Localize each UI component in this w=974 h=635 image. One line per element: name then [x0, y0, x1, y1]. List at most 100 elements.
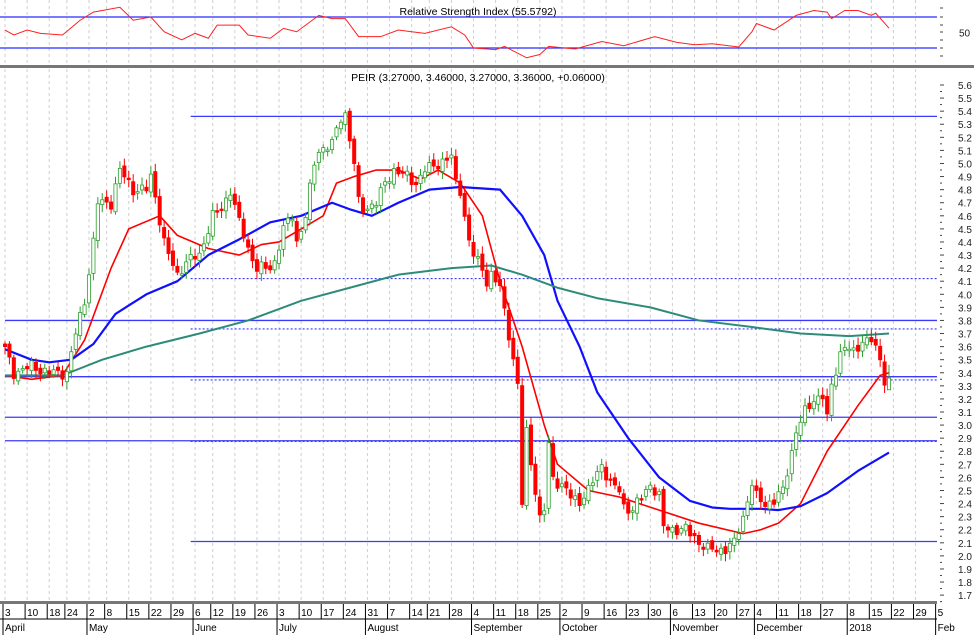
- candle-body: [82, 304, 87, 315]
- month-tick-label: June: [195, 623, 217, 634]
- candle-down: [825, 388, 830, 422]
- candle-up: [683, 521, 688, 536]
- date-tick-label: 22: [151, 608, 163, 619]
- candle-down: [520, 377, 525, 508]
- candle-body: [157, 196, 162, 226]
- candle-down: [515, 349, 520, 390]
- candle-body: [537, 496, 542, 516]
- candle-body: [113, 183, 118, 213]
- candle-down: [807, 395, 812, 413]
- candle-body: [188, 254, 193, 261]
- candle-down: [175, 258, 180, 276]
- candle-up: [86, 268, 91, 309]
- candle-down: [347, 108, 352, 149]
- price-tick-label: 3.6: [958, 343, 972, 354]
- date-tick-label: 31: [367, 608, 379, 619]
- candle-body: [582, 497, 587, 506]
- candle-body: [422, 171, 427, 179]
- candle-up: [732, 532, 737, 553]
- candle-up: [259, 255, 264, 282]
- candle-up: [648, 481, 653, 493]
- candle-up: [206, 226, 211, 247]
- date-tick-label: 12: [213, 608, 225, 619]
- candle-body: [334, 127, 339, 138]
- candle-up: [387, 176, 392, 189]
- candle-down: [856, 337, 861, 359]
- price-tick-label: 4.1: [958, 277, 972, 288]
- candle-body: [520, 385, 525, 505]
- candle-body: [838, 351, 843, 374]
- candle-body: [502, 286, 507, 309]
- candle-body: [524, 427, 529, 507]
- candle-up: [321, 144, 326, 160]
- price-tick-label: 5.3: [958, 120, 972, 131]
- candle-body: [811, 401, 816, 410]
- date-tick-label: 10: [27, 608, 39, 619]
- date-tick-label: 30: [650, 608, 662, 619]
- candle-body: [745, 501, 750, 516]
- candle-down: [126, 170, 131, 188]
- candle-body: [321, 147, 326, 153]
- candle-up: [798, 414, 803, 442]
- candle-down: [701, 543, 706, 557]
- candle-down: [409, 166, 414, 193]
- candle-body: [878, 345, 883, 361]
- date-tick-label: 27: [739, 608, 751, 619]
- candle-down: [453, 149, 458, 185]
- candle-down: [241, 212, 246, 243]
- candle-body: [701, 546, 706, 550]
- candle-body: [162, 227, 167, 239]
- price-tick-label: 5.2: [958, 133, 972, 144]
- candle-up: [630, 506, 635, 520]
- price-tick-label: 3.9: [958, 303, 972, 314]
- price-tick-label: 3.3: [958, 382, 972, 393]
- candle-up: [838, 343, 843, 377]
- candle-body: [312, 164, 317, 185]
- candle-body: [307, 182, 312, 221]
- candle-body: [856, 344, 861, 352]
- date-tick-label: 18: [801, 608, 813, 619]
- date-tick-label: 24: [67, 608, 79, 619]
- candle-down: [215, 203, 220, 218]
- candle-up: [378, 183, 383, 214]
- candle-down: [170, 243, 175, 271]
- candle-body: [215, 210, 220, 213]
- candle-up: [303, 213, 308, 234]
- date-tick-label: 28: [451, 608, 463, 619]
- candle-up: [223, 190, 228, 219]
- price-tick-label: 3.2: [958, 395, 972, 406]
- candle-body: [436, 165, 441, 170]
- candle-body: [86, 274, 91, 304]
- candle-body: [268, 265, 273, 271]
- price-tick-label: 5.1: [958, 146, 972, 157]
- price-axis: 50 5.6 5.5 5.4 5.3 5.2 5.1 5.0 4.9 4.8 4.7 4.6 4.5 4.…: [940, 7, 972, 603]
- candle-down: [882, 354, 887, 393]
- candle-body: [254, 259, 259, 272]
- candle-up: [405, 165, 410, 182]
- candle-up: [210, 203, 215, 241]
- candle-body: [387, 181, 392, 184]
- candle-up: [586, 478, 591, 505]
- candle-body: [201, 243, 206, 252]
- candle-body: [546, 442, 551, 509]
- candle-body: [648, 484, 653, 490]
- candle-down: [400, 166, 405, 179]
- candle-up: [95, 197, 100, 249]
- price-tick-label: 4.8: [958, 186, 972, 197]
- candle-down: [723, 541, 728, 562]
- candle-body: [683, 523, 688, 532]
- candle-body: [573, 495, 578, 500]
- candle-body: [361, 197, 366, 213]
- candle-body: [414, 181, 419, 186]
- candle-up: [811, 394, 816, 415]
- candle-down: [533, 456, 538, 502]
- date-tick-label: 6: [195, 608, 201, 619]
- candle-down: [878, 338, 883, 367]
- candle-down: [436, 159, 441, 176]
- candle-up: [140, 177, 145, 195]
- candle-up: [643, 485, 648, 501]
- candle-down: [458, 173, 463, 199]
- candle-body: [467, 214, 472, 241]
- date-tick-label: 23: [628, 608, 640, 619]
- candle-body: [294, 221, 299, 242]
